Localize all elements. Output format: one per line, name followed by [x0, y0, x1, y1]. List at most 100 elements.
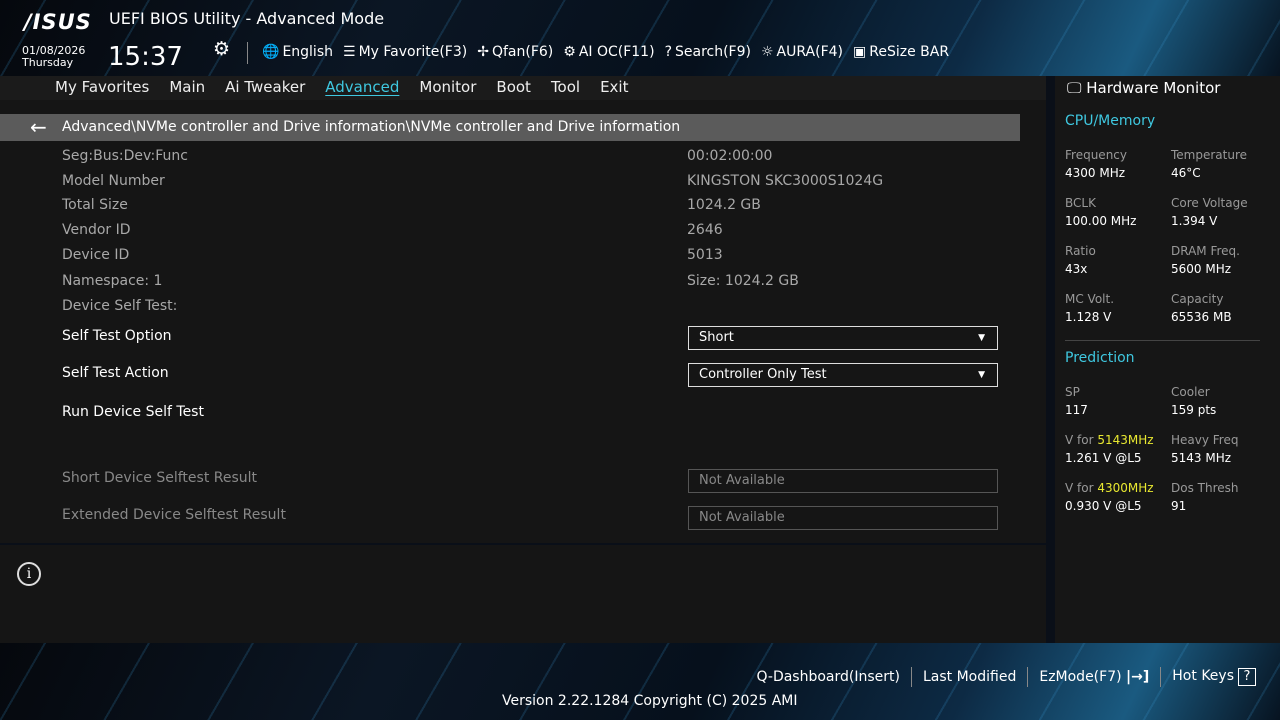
toolbar-button[interactable]: ▣ReSize BAR: [853, 44, 949, 60]
tab-monitor[interactable]: Monitor: [419, 76, 476, 100]
toolbar-button[interactable]: ✢Qfan(F6): [477, 44, 553, 60]
ezmode-button[interactable]: EzMode(F7) |→]: [1039, 669, 1149, 685]
info-label: Device ID: [62, 247, 129, 263]
self-test-action-dropdown[interactable]: Controller Only Test▼: [688, 363, 998, 387]
last-modified-button[interactable]: Last Modified: [923, 669, 1016, 685]
toolbar-button[interactable]: ☼AURA(F4): [761, 44, 843, 60]
hw-stat-value: 1.394 V: [1171, 212, 1248, 230]
hw-stat: Temperature 46°C: [1171, 146, 1247, 182]
footer-actions: Q-Dashboard(Insert) Last Modified EzMode…: [756, 667, 1256, 687]
hw-stat-value: 1.128 V: [1065, 308, 1114, 326]
stat-highlight: 4300MHz: [1097, 481, 1153, 495]
hw-stat-label: Heavy Freq: [1171, 431, 1238, 449]
info-label: Seg:Bus:Dev:Func: [62, 148, 188, 164]
aura-icon: ☼: [761, 44, 774, 60]
tab-tool[interactable]: Tool: [551, 76, 580, 100]
q-dashboard-button[interactable]: Q-Dashboard(Insert): [756, 669, 900, 685]
toolbar-button[interactable]: ⚙AI OC(F11): [563, 44, 654, 60]
hw-stat-label: Cooler: [1171, 383, 1216, 401]
stat-name: V for: [1065, 481, 1097, 495]
toolbar-button[interactable]: ☰My Favorite(F3): [343, 44, 467, 60]
stat-name: Cooler: [1171, 385, 1210, 399]
hw-stat-label: BCLK: [1065, 194, 1136, 212]
toolbar-label: AURA(F4): [777, 44, 843, 60]
gear-icon[interactable]: ⚙: [213, 38, 230, 60]
fan-icon: ✢: [477, 44, 489, 60]
info-value: 5013: [687, 247, 723, 263]
info-label: Model Number: [62, 173, 165, 189]
hw-stat-value: 43x: [1065, 260, 1096, 278]
self-test-action-label: Self Test Action: [62, 365, 169, 381]
toolbar-label: Search(F9): [675, 44, 751, 60]
info-value: 2646: [687, 222, 723, 238]
short-result-value: Not Available: [688, 469, 998, 493]
hw-stat: Dos Thresh91: [1171, 479, 1239, 515]
tab-advanced[interactable]: Advanced: [325, 76, 399, 100]
tab-ai-tweaker[interactable]: Ai Tweaker: [225, 76, 305, 100]
resize-bar-icon: ▣: [853, 44, 866, 60]
stat-name: Ratio: [1065, 244, 1096, 258]
hw-stat: V for 5143MHz1.261 V @L5: [1065, 431, 1154, 467]
dropdown-value: Short: [699, 330, 734, 345]
stat-name: V for: [1065, 433, 1097, 447]
exit-arrow-icon: |→]: [1126, 669, 1149, 685]
hw-stat-label: SP: [1065, 383, 1088, 401]
help-icon: ?: [1238, 668, 1256, 686]
hw-stat-value: 5600 MHz: [1171, 260, 1240, 278]
tab-my-favorites[interactable]: My Favorites: [55, 76, 149, 100]
hw-title-text: Hardware Monitor: [1086, 79, 1220, 97]
app-title: UEFI BIOS Utility - Advanced Mode: [109, 9, 384, 28]
caret-down-icon: ▼: [978, 364, 985, 386]
hw-stat-label: Ratio: [1065, 242, 1096, 260]
hw-stat-value: 117: [1065, 401, 1088, 419]
clock: 15:37: [108, 42, 183, 72]
hot-keys-button[interactable]: Hot Keys?: [1172, 668, 1256, 686]
weekday: Thursday: [22, 57, 85, 69]
hw-stat-label: Temperature: [1171, 146, 1247, 164]
hw-stat-value: 46°C: [1171, 164, 1247, 182]
toolbar-label: My Favorite(F3): [359, 44, 468, 60]
toolbar-label: Qfan(F6): [492, 44, 553, 60]
stat-name: Heavy Freq: [1171, 433, 1238, 447]
hw-stat-value: 0.930 V @L5: [1065, 497, 1154, 515]
tab-main[interactable]: Main: [169, 76, 205, 100]
info-value: 00:02:00:00: [687, 148, 772, 164]
hardware-monitor-panel: 🖵 Hardware Monitor CPU/Memory Prediction…: [1055, 76, 1280, 643]
prediction-title: Prediction: [1065, 350, 1135, 366]
tab-exit[interactable]: Exit: [600, 76, 628, 100]
hw-stat-value: 100.00 MHz: [1065, 212, 1136, 230]
extended-result-value: Not Available: [688, 506, 998, 530]
hw-stat-value: 4300 MHz: [1065, 164, 1127, 182]
main-panel: ← Advanced\NVMe controller and Drive info…: [0, 100, 1046, 543]
hw-stat-value: 91: [1171, 497, 1239, 515]
self-test-option-dropdown[interactable]: Short▼: [688, 326, 998, 350]
cpu-memory-title: CPU/Memory: [1065, 113, 1155, 129]
toolbar-label: ReSize BAR: [869, 44, 949, 60]
run-self-test-button[interactable]: Run Device Self Test: [62, 404, 204, 420]
hw-stat: Heavy Freq5143 MHz: [1171, 431, 1238, 467]
hw-stat-label: V for 5143MHz: [1065, 431, 1154, 449]
toolbar-label: AI OC(F11): [579, 44, 655, 60]
extended-result-label: Extended Device Selftest Result: [62, 507, 286, 523]
toolbar: 🌐English ☰My Favorite(F3) ✢Qfan(F6) ⚙AI OC(…: [262, 44, 949, 60]
hw-stat: V for 4300MHz 0.930 V @L5: [1065, 479, 1154, 515]
hw-stat: Core Voltage 1.394 V: [1171, 194, 1248, 230]
globe-icon: 🌐: [262, 44, 279, 60]
tab-boot[interactable]: Boot: [496, 76, 531, 100]
hw-stat-label: Dos Thresh: [1171, 479, 1239, 497]
hw-stat-value: 159 pts: [1171, 401, 1216, 419]
toolbar-button[interactable]: 🌐English: [262, 44, 333, 60]
asus-logo: /ISUS: [24, 10, 92, 34]
info-icon: i: [17, 562, 41, 586]
hw-stat-label: Frequency: [1065, 146, 1127, 164]
toolbar-button[interactable]: ?Search(F9): [665, 44, 751, 60]
stat-name: BCLK: [1065, 196, 1096, 210]
back-arrow-icon[interactable]: ←: [30, 114, 47, 141]
toolbar-label: English: [282, 44, 333, 60]
info-label: Namespace: 1: [62, 273, 162, 289]
favorite-icon: ☰: [343, 44, 356, 60]
breadcrumb-text: Advanced\NVMe controller and Drive infor…: [62, 119, 680, 135]
stat-name: Core Voltage: [1171, 196, 1248, 210]
hw-stat-label: DRAM Freq.: [1171, 242, 1240, 260]
stat-name: Temperature: [1171, 148, 1247, 162]
